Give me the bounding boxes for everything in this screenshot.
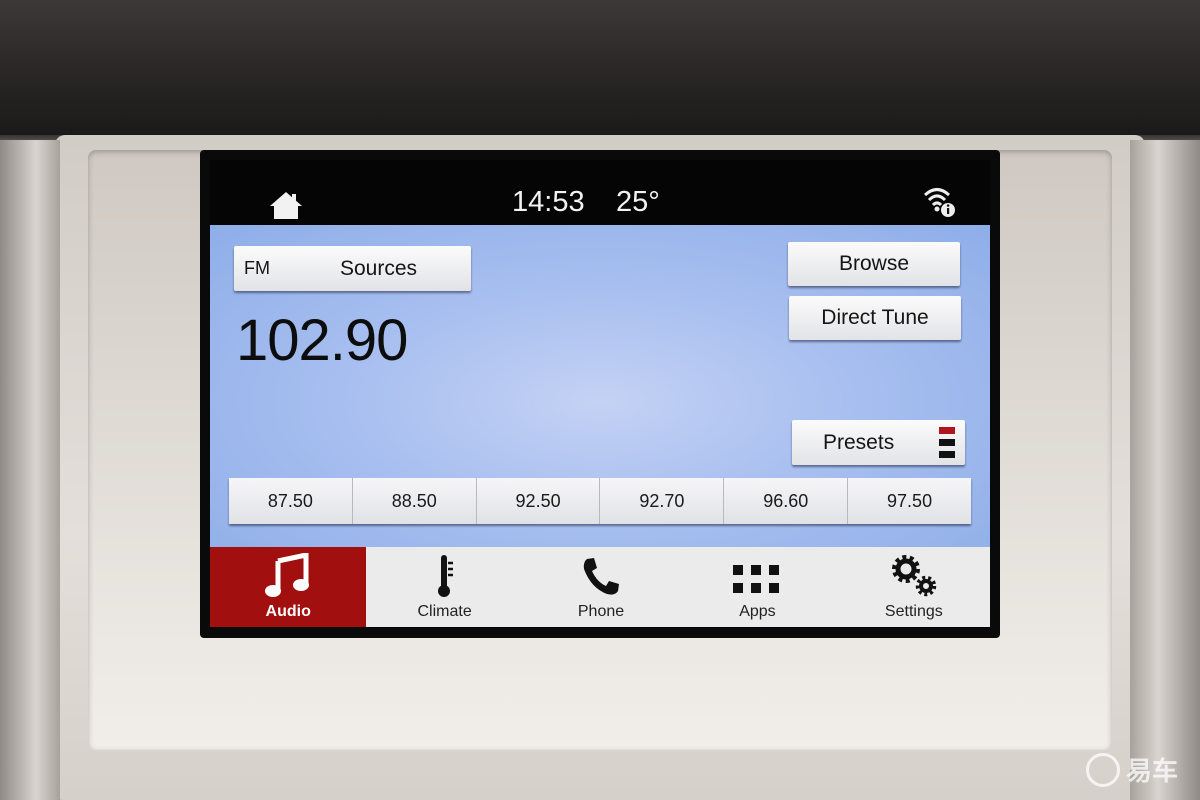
right-air-vent bbox=[1130, 140, 1200, 800]
phone-icon bbox=[583, 558, 620, 595]
tab-label: Settings bbox=[884, 603, 943, 620]
tab-climate[interactable]: Climate bbox=[366, 547, 522, 627]
preset-button[interactable]: 97.50 bbox=[848, 478, 971, 524]
music-note-icon bbox=[265, 553, 310, 597]
preset-button[interactable]: 92.50 bbox=[476, 478, 601, 524]
direct-tune-button[interactable]: Direct Tune bbox=[789, 296, 961, 340]
thermometer-icon bbox=[437, 555, 453, 597]
outside-temperature: 25° bbox=[616, 186, 660, 218]
preset-page-indicator-icon bbox=[939, 427, 955, 463]
presets-button[interactable]: Presets bbox=[792, 420, 965, 465]
watermark-logo: 易车 bbox=[1085, 751, 1178, 788]
gears-icon bbox=[891, 555, 937, 597]
preset-button[interactable]: 88.50 bbox=[352, 478, 477, 524]
infotainment-screen: 14:53 25° FM Sources 102.90 Browse Direc… bbox=[210, 160, 990, 628]
status-bar: 14:53 25° bbox=[210, 160, 990, 225]
sources-button[interactable]: FM Sources bbox=[234, 246, 471, 291]
tab-label: Climate bbox=[417, 603, 472, 620]
wifi-info-icon[interactable] bbox=[922, 186, 958, 223]
tab-label: Phone bbox=[577, 603, 625, 620]
grid-icon bbox=[733, 565, 780, 593]
clock: 14:53 bbox=[512, 186, 585, 218]
bottom-nav: Audio Climate Phone Apps Settings bbox=[210, 547, 990, 627]
preset-button[interactable]: 87.50 bbox=[229, 478, 353, 524]
tab-apps[interactable]: Apps bbox=[679, 547, 835, 627]
preset-bar: 87.50 88.50 92.50 92.70 96.60 97.50 bbox=[229, 478, 971, 524]
left-air-vent bbox=[0, 140, 60, 800]
presets-label: Presets bbox=[823, 430, 895, 454]
dashboard-trim bbox=[0, 0, 1200, 135]
tab-settings[interactable]: Settings bbox=[836, 547, 990, 627]
preset-button[interactable]: 92.70 bbox=[600, 478, 725, 524]
tab-label: Audio bbox=[265, 603, 311, 620]
current-frequency: 102.90 bbox=[236, 308, 408, 373]
tab-audio[interactable]: Audio bbox=[210, 547, 367, 627]
band-label: FM bbox=[244, 258, 270, 278]
tab-phone[interactable]: Phone bbox=[523, 547, 679, 627]
sources-label: Sources bbox=[340, 256, 418, 280]
preset-button[interactable]: 96.60 bbox=[724, 478, 849, 524]
audio-panel: FM Sources 102.90 Browse Direct Tune Pre… bbox=[210, 225, 990, 547]
tab-label: Apps bbox=[739, 603, 776, 620]
browse-button[interactable]: Browse bbox=[788, 242, 960, 286]
home-icon[interactable] bbox=[268, 190, 304, 225]
